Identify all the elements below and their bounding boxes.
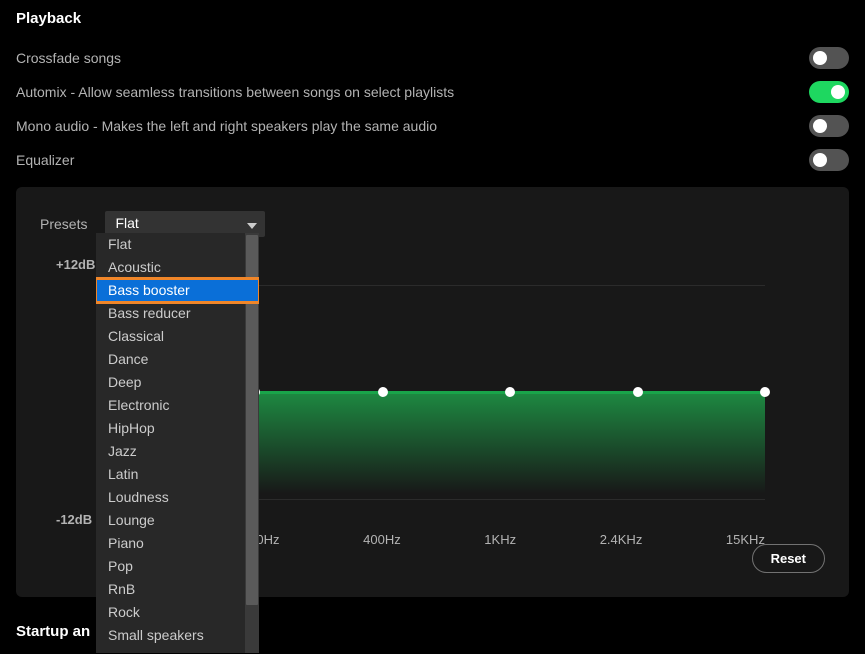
preset-dropdown[interactable]: FlatAcousticBass boosterBass reducerClas… (96, 233, 259, 653)
preset-option[interactable]: Deep (96, 371, 259, 394)
preset-option[interactable]: Acoustic (96, 256, 259, 279)
preset-dropdown-list: FlatAcousticBass boosterBass reducerClas… (96, 233, 259, 653)
reset-button[interactable]: Reset (752, 544, 825, 573)
setting-row-crossfade: Crossfade songs (16, 41, 849, 75)
eq-slider-handle[interactable] (505, 387, 515, 397)
toggle-automix[interactable] (809, 81, 849, 103)
preset-option[interactable]: Loudness (96, 486, 259, 509)
preset-option[interactable]: RnB (96, 578, 259, 601)
eq-x-label: 1KHz (484, 532, 516, 547)
preset-option[interactable]: Pop (96, 555, 259, 578)
preset-option[interactable]: Classical (96, 325, 259, 348)
label-mono: Mono audio - Makes the left and right sp… (16, 118, 809, 134)
setting-row-automix: Automix - Allow seamless transitions bet… (16, 75, 849, 109)
preset-option[interactable]: Rock (96, 601, 259, 624)
toggle-mono[interactable] (809, 115, 849, 137)
setting-row-mono: Mono audio - Makes the left and right sp… (16, 109, 849, 143)
toggle-knob (813, 153, 827, 167)
presets-label: Presets (40, 216, 87, 232)
eq-y-bot: -12dB (56, 512, 92, 527)
preset-option[interactable]: Lounge (96, 509, 259, 532)
toggle-knob (813, 119, 827, 133)
equalizer-panel: Presets Flat FlatAcousticBass boosterBas… (16, 187, 849, 597)
eq-x-label: 400Hz (363, 532, 401, 547)
preset-option[interactable]: Piano (96, 532, 259, 555)
preset-option[interactable]: Electronic (96, 394, 259, 417)
eq-x-label: 2.4KHz (600, 532, 643, 547)
toggle-knob (831, 85, 845, 99)
preset-option[interactable]: Bass reducer (96, 302, 259, 325)
setting-row-equalizer: Equalizer (16, 143, 849, 177)
label-automix: Automix - Allow seamless transitions bet… (16, 84, 809, 100)
toggle-knob (813, 51, 827, 65)
toggle-equalizer[interactable] (809, 149, 849, 171)
preset-option[interactable]: Small speakers (96, 624, 259, 647)
label-crossfade: Crossfade songs (16, 50, 809, 66)
label-equalizer: Equalizer (16, 152, 809, 168)
preset-option[interactable]: Bass booster (96, 279, 259, 302)
preset-option[interactable]: Spoken word (96, 647, 259, 653)
eq-slider-handle[interactable] (633, 387, 643, 397)
preset-option[interactable]: Jazz (96, 440, 259, 463)
preset-option[interactable]: Flat (96, 233, 259, 256)
section-title-playback: Playback (16, 10, 849, 27)
eq-slider-handle[interactable] (378, 387, 388, 397)
toggle-crossfade[interactable] (809, 47, 849, 69)
eq-y-top: +12dB (56, 257, 95, 272)
preset-option[interactable]: Dance (96, 348, 259, 371)
preset-option[interactable]: HipHop (96, 417, 259, 440)
preset-option[interactable]: Latin (96, 463, 259, 486)
eq-slider-handle[interactable] (760, 387, 770, 397)
